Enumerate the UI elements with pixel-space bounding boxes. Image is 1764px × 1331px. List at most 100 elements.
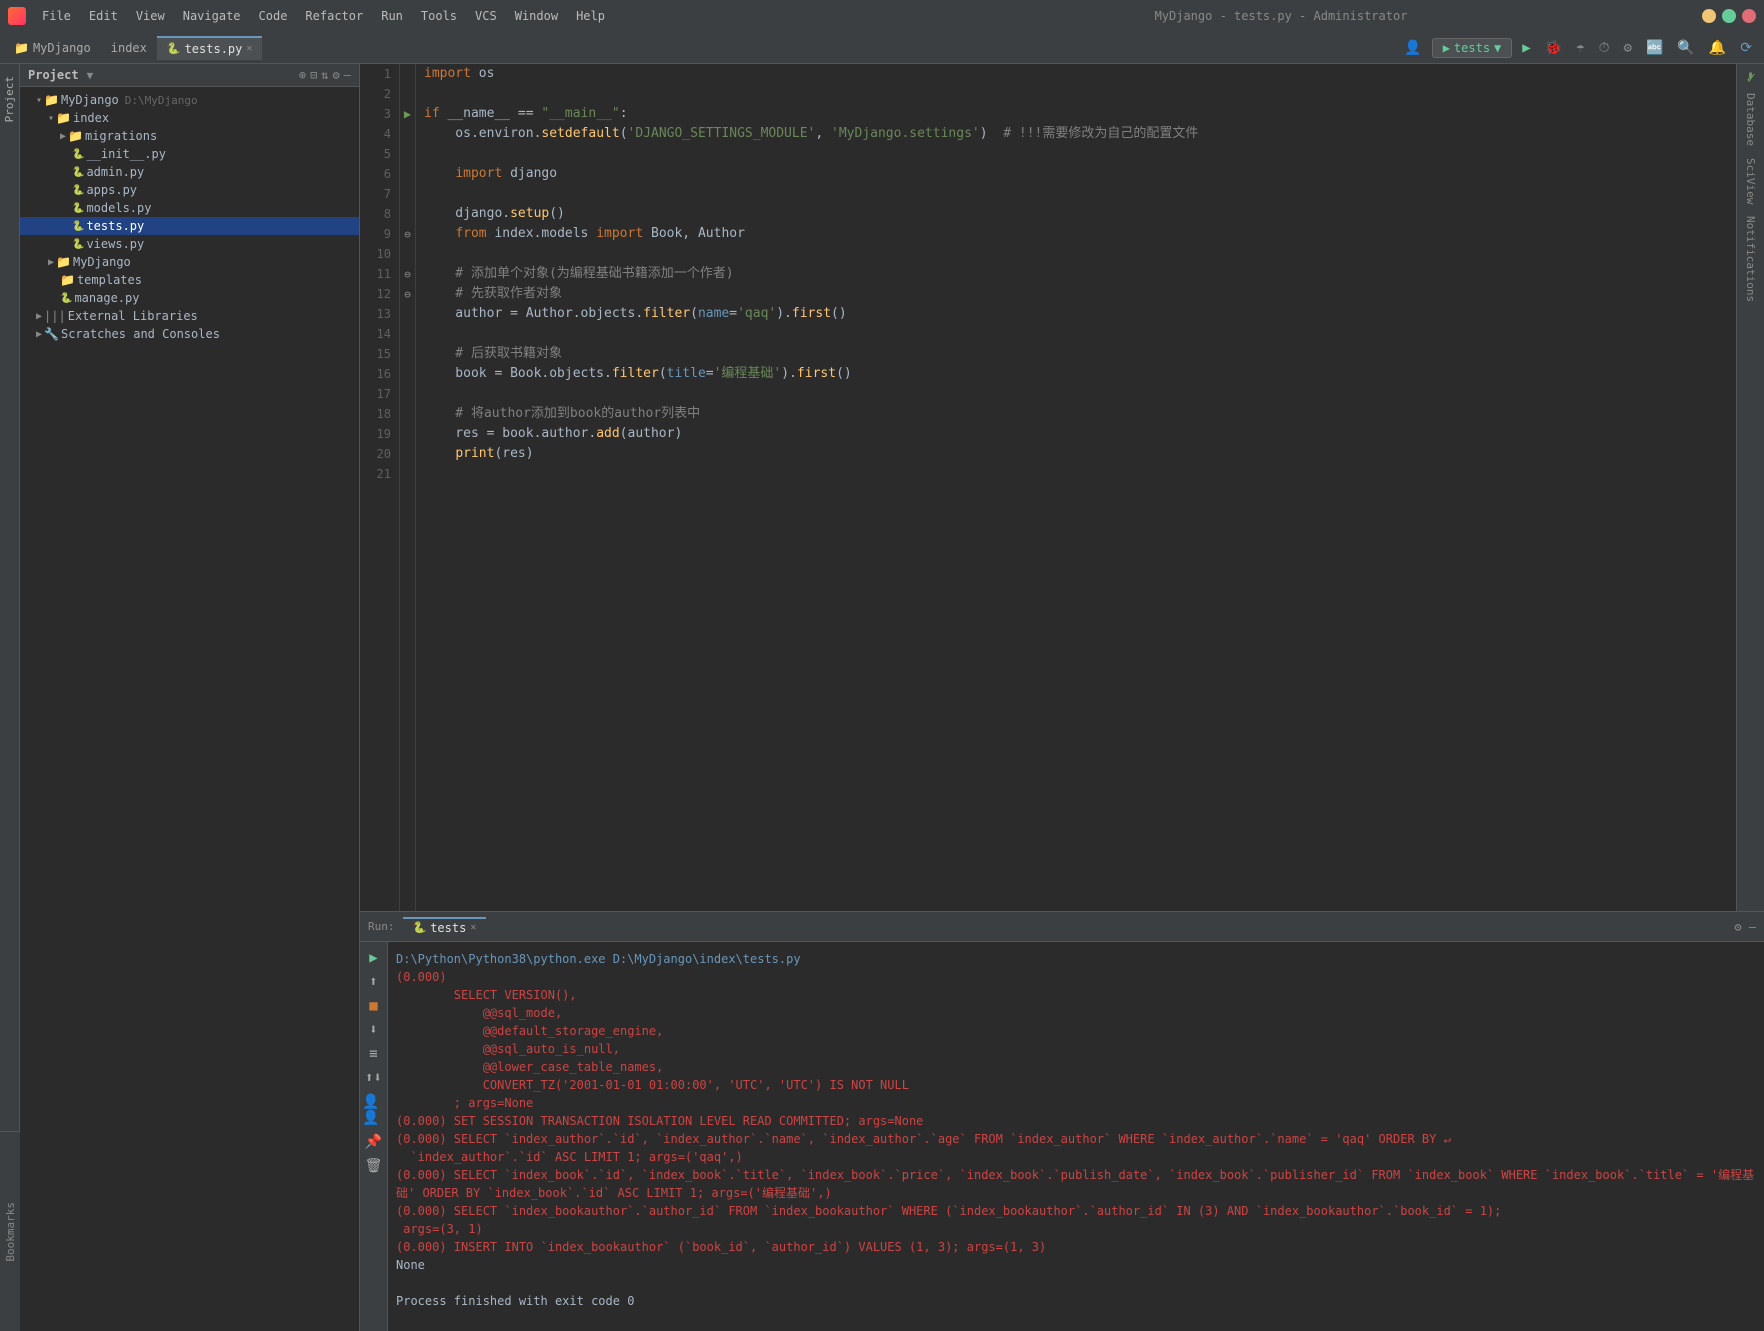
tree-apps[interactable]: 🐍 apps.py [20,181,359,199]
menu-vcs[interactable]: VCS [467,7,505,25]
run-pin-btn[interactable]: 📌 [365,1134,382,1150]
run-filter-btn[interactable]: ⬆⬇ [365,1070,382,1086]
close-button[interactable] [1742,9,1756,23]
menu-edit[interactable]: Edit [81,7,126,25]
ext-libs-arrow: ▶ [36,311,42,322]
debug-icon[interactable]: 🐞 [1541,38,1566,58]
notifications-label[interactable]: Notifications [1744,216,1757,302]
project-sidebar-label[interactable]: Project [3,76,16,122]
root-folder-icon: 📁 [44,93,59,107]
menu-run[interactable]: Run [373,7,411,25]
menu-refactor[interactable]: Refactor [297,7,371,25]
run-tab[interactable]: 🐍 tests ✕ [403,917,487,937]
sort-icon[interactable]: ⇅ [321,68,328,82]
panel-header: Project ▼ ⊕ ⊟ ⇅ ⚙ — [20,64,359,87]
run-stop-btn[interactable]: ⬆ [369,974,377,990]
update-icon[interactable]: ⟳ [1736,38,1756,58]
tree-ext-libs[interactable]: ▶ ||| External Libraries [20,307,359,325]
tree-mydjango-sub[interactable]: ▶ 📁 MyDjango [20,253,359,271]
maximize-button[interactable] [1722,9,1736,23]
bookmarks-label[interactable]: Bookmarks [4,1202,17,1262]
output-content[interactable]: D:\Python\Python38\python.exe D:\MyDjang… [388,942,1764,1331]
migrations-arrow: ▶ [60,131,66,142]
search-icon[interactable]: 🔍 [1673,38,1698,58]
code-line-8: django.setup() [424,204,1728,224]
output-line-10: (0.000) SELECT `index_author`.`id`, `ind… [396,1130,1756,1148]
scratches-label: Scratches and Consoles [61,327,220,341]
tree-admin[interactable]: 🐍 admin.py [20,163,359,181]
tree-migrations-folder[interactable]: ▶ 📁 migrations [20,127,359,145]
gutter: ▶ ⊖ ⊖ ⊖ [400,64,416,911]
run-config-btn[interactable]: ▶ tests ▼ [1432,38,1513,58]
run-clear-btn[interactable]: 🗑 [365,1158,383,1174]
bottom-tabs: Run: 🐍 tests ✕ ⚙ — [360,912,1764,942]
run-dropdown-icon: ▼ [1494,41,1501,55]
database-label[interactable]: Database [1744,93,1757,146]
code-line-21 [424,464,1728,484]
collapse-all-icon[interactable]: ⊟ [310,68,317,82]
minimize-button[interactable] [1702,9,1716,23]
fold-icon-9[interactable]: ⊖ [404,228,411,241]
run-wrap-btn[interactable]: ≡ [369,1046,377,1062]
run-rerun-btn[interactable]: ■ [369,998,377,1014]
validation-check-icon: ✓ [1746,68,1756,87]
run-tab-close-icon[interactable]: ✕ [470,922,476,933]
menu-window[interactable]: Window [507,7,566,25]
run-play-btn[interactable]: ▶ [369,950,377,966]
scope-icon[interactable]: ⊕ [299,68,306,82]
code-editor[interactable]: import os if __name__ == "__main__": os.… [416,64,1736,911]
coverage-icon[interactable]: ☂ [1572,38,1588,58]
init-py-icon: 🐍 [72,149,84,160]
menu-tools[interactable]: Tools [413,7,465,25]
tree-templates[interactable]: 📁 templates [20,271,359,289]
output-line-14: None [396,1256,1756,1274]
fold-icon-11[interactable]: ⊖ [404,268,411,281]
menu-code[interactable]: Code [251,7,296,25]
run-tools-btn[interactable]: 👤👤 [362,1094,385,1126]
run-scroll-btn[interactable]: ⬇ [369,1022,377,1038]
profile-icon[interactable]: ⏱ [1595,38,1614,58]
menu-help[interactable]: Help [568,7,613,25]
run-play-icon[interactable]: ▶ [1518,38,1534,58]
code-line-20: print(res) [424,444,1728,464]
index-tab[interactable]: index [101,37,157,59]
tests-file-tab[interactable]: 🐍 tests.py ✕ [157,36,263,60]
account-icon[interactable]: 👤 [1400,38,1425,58]
tests-py-icon: 🐍 [72,221,84,232]
tab-close-icon[interactable]: ✕ [246,43,252,54]
tree-manage[interactable]: 🐍 manage.py [20,289,359,307]
root-label: MyDjango [61,93,119,107]
sciview-label[interactable]: SciView [1744,158,1757,204]
tree-tests[interactable]: 🐍 tests.py [20,217,359,235]
run-tab-label: tests [430,921,466,935]
tree-index-folder[interactable]: ▾ 📁 index [20,109,359,127]
fold-icon-12[interactable]: ⊖ [404,288,411,301]
close-panel-icon[interactable]: — [344,68,351,82]
menu-navigate[interactable]: Navigate [175,7,249,25]
run-output: ▶ ⬆ ■ ⬇ ≡ ⬆⬇ 👤👤 📌 🗑 D:\Python\Python38\p… [360,942,1764,1331]
models-label: models.py [86,201,151,215]
output-line-2: SELECT VERSION(), [396,986,1756,1004]
settings-run-icon[interactable]: ⚙ [1620,38,1636,58]
output-line-11: (0.000) SELECT `index_book`.`id`, `index… [396,1166,1756,1202]
tree-scratches[interactable]: ▶ 🔧 Scratches and Consoles [20,325,359,343]
settings-panel-icon[interactable]: ⚙ [333,68,340,82]
tree-root[interactable]: ▾ 📁 MyDjango D:\MyDjango [20,91,359,109]
bottom-settings-icon[interactable]: ⚙ — [1734,920,1756,934]
output-line-15 [396,1274,1756,1292]
menu-file[interactable]: File [34,7,79,25]
mydjango-sub-icon: 📁 [56,255,71,269]
project-tab[interactable]: 📁 MyDjango [4,37,101,59]
menu-view[interactable]: View [128,7,173,25]
translate-icon[interactable]: 🔤 [1642,38,1667,58]
notifications-icon[interactable]: 🔔 [1705,38,1730,58]
tree-views[interactable]: 🐍 views.py [20,235,359,253]
ext-libs-label: External Libraries [68,309,198,323]
menu-bar: File Edit View Navigate Code Refactor Ru… [34,7,860,25]
output-line-6: @@lower_case_table_names, [396,1058,1756,1076]
panel-dropdown-icon[interactable]: ▼ [87,69,94,82]
run-gutter-icon[interactable]: ▶ [404,107,411,121]
code-line-6: import django [424,164,1728,184]
tree-init[interactable]: 🐍 __init__.py [20,145,359,163]
tree-models[interactable]: 🐍 models.py [20,199,359,217]
